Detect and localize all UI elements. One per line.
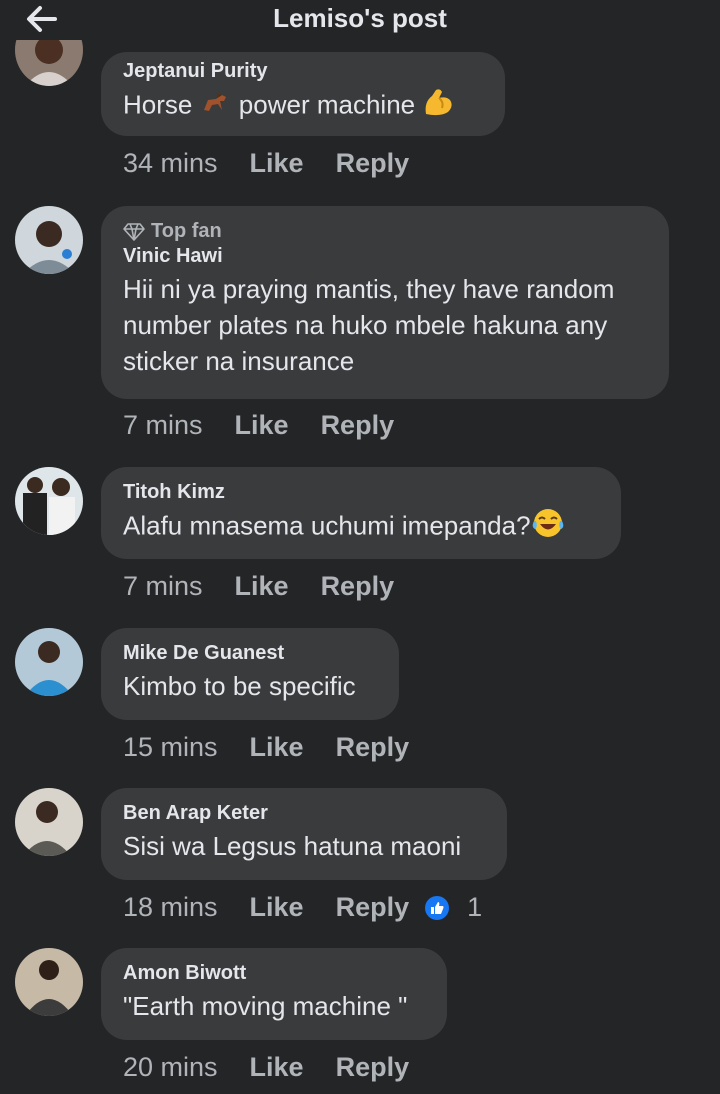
comment-time[interactable]: 20 mins (123, 1052, 218, 1083)
avatar[interactable] (15, 206, 83, 274)
comment-time[interactable]: 34 mins (123, 148, 218, 179)
reaction-summary[interactable]: 1 (425, 892, 482, 923)
comment-time[interactable]: 18 mins (123, 892, 218, 923)
comment-text: Alafu mnasema uchumi imepanda? (123, 507, 599, 548)
comment-text: Kimbo to be specific (123, 671, 356, 701)
comment-actions: 34 mins Like Reply (123, 148, 409, 179)
comment-author[interactable]: Jeptanui Purity (123, 60, 483, 82)
comment-bubble[interactable]: Titoh Kimz Alafu mnasema uchumi imepanda… (101, 467, 621, 559)
like-button[interactable]: Like (250, 148, 304, 179)
page-title: Lemiso's post (273, 3, 447, 33)
reply-button[interactable]: Reply (336, 732, 410, 763)
comment-actions: 7 mins Like Reply (123, 410, 394, 441)
diamond-icon (123, 222, 145, 241)
comment-author[interactable]: Amon Biwott (123, 962, 425, 984)
comment-text: Hii ni ya praying mantis, they have rand… (123, 274, 615, 376)
comment-bubble[interactable]: Jeptanui Purity Horse power machine (101, 52, 505, 136)
thumbs-up-icon (425, 895, 450, 920)
comment-author[interactable]: Mike De Guanest (123, 642, 377, 664)
comment-actions: 18 mins Like Reply 1 (123, 892, 482, 923)
reply-button[interactable]: Reply (321, 571, 395, 602)
reply-button[interactable]: Reply (336, 1052, 410, 1083)
comment-actions: 7 mins Like Reply (123, 571, 394, 602)
comment-actions: 15 mins Like Reply (123, 732, 409, 763)
avatar[interactable] (15, 628, 83, 696)
flexed-biceps-icon (422, 86, 456, 127)
comment-time[interactable]: 7 mins (123, 571, 203, 602)
comment-actions: 20 mins Like Reply (123, 1052, 409, 1083)
comment-bubble[interactable]: Top fan Vinic Hawi Hii ni ya praying man… (101, 206, 669, 399)
like-button[interactable]: Like (250, 1052, 304, 1083)
horse-emoji-icon (200, 89, 232, 125)
avatar[interactable] (15, 788, 83, 856)
comment-bubble[interactable]: Ben Arap Keter Sisi wa Legsus hatuna mao… (101, 788, 507, 880)
tears-of-joy-emoji-icon (531, 507, 565, 548)
avatar[interactable] (15, 948, 83, 1016)
comment-text: Sisi wa Legsus hatuna maoni (123, 831, 462, 861)
comment-bubble[interactable]: Amon Biwott "Earth moving machine " (101, 948, 447, 1040)
comment-text: "Earth moving machine " (123, 991, 408, 1021)
comment-time[interactable]: 15 mins (123, 732, 218, 763)
top-bar: Lemiso's post (0, 0, 720, 40)
like-button[interactable]: Like (250, 892, 304, 923)
top-fan-badge: Top fan (123, 220, 647, 243)
like-button[interactable]: Like (235, 410, 289, 441)
comment-bubble[interactable]: Mike De Guanest Kimbo to be specific (101, 628, 399, 720)
comment-text: Horse power machine (123, 86, 483, 127)
comment-author[interactable]: Titoh Kimz (123, 481, 599, 503)
like-button[interactable]: Like (235, 571, 289, 602)
avatar[interactable] (15, 467, 83, 535)
reaction-count: 1 (467, 892, 483, 922)
comment-author[interactable]: Vinic Hawi (123, 245, 647, 267)
comment-time[interactable]: 7 mins (123, 410, 203, 441)
reply-button[interactable]: Reply (336, 892, 410, 923)
like-button[interactable]: Like (250, 732, 304, 763)
reply-button[interactable]: Reply (336, 148, 410, 179)
reply-button[interactable]: Reply (321, 410, 395, 441)
comment-author[interactable]: Ben Arap Keter (123, 802, 485, 824)
